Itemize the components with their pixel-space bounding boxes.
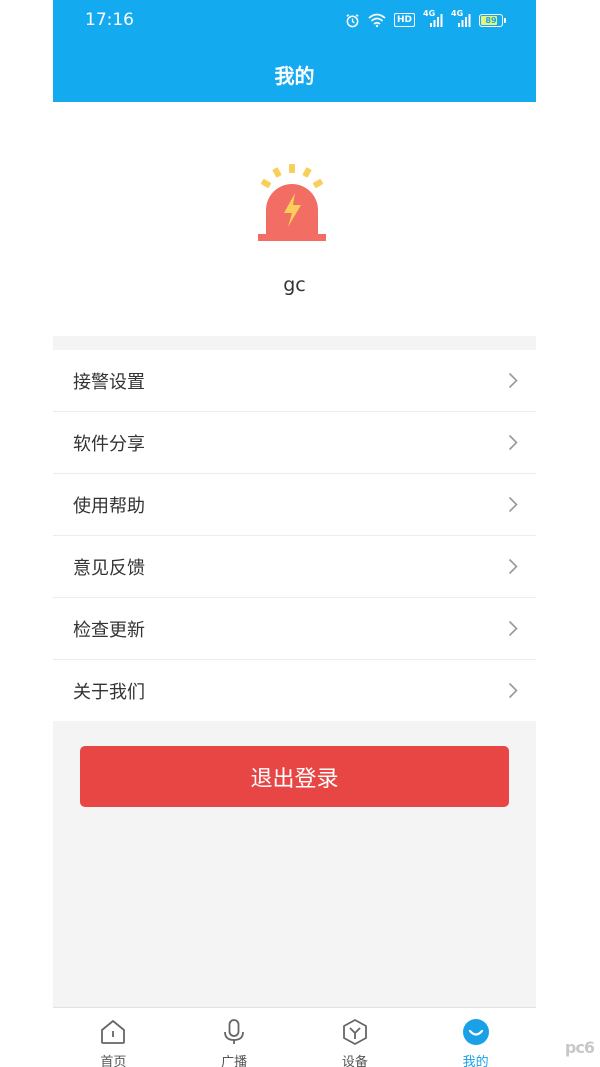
device-cube-icon (342, 1019, 367, 1045)
hd-badge: HD (393, 13, 415, 27)
alarm-clock-icon (346, 13, 359, 27)
wifi-icon (368, 13, 386, 27)
chevron-right-icon (508, 620, 518, 637)
menu-item-feedback[interactable]: 意见反馈 (53, 536, 536, 598)
battery-level: 89 (485, 15, 497, 25)
tab-label: 我的 (462, 1055, 489, 1067)
menu-item-share-app[interactable]: 软件分享 (53, 412, 536, 474)
header-bar: 17:16 HD 4G 4G 89 我的 (53, 0, 536, 102)
home-icon (101, 1020, 126, 1044)
tab-label: 首页 (100, 1055, 127, 1067)
tab-label: 广播 (221, 1055, 248, 1067)
alarm-siren-icon (258, 164, 326, 241)
bottom-tab-bar: 首页 广播 设备 我的 (53, 1007, 536, 1067)
signal-1: 4G (423, 9, 443, 28)
watermark: pc6 (564, 1038, 595, 1057)
battery-icon: 89 (479, 13, 506, 27)
menu-item-alarm-settings[interactable]: 接警设置 (53, 350, 536, 412)
chevron-right-icon (508, 558, 518, 575)
menu-item-label: 关于我们 (73, 681, 145, 703)
menu-item-label: 使用帮助 (73, 495, 145, 517)
tab-broadcast[interactable]: 广播 (174, 1008, 295, 1067)
microphone-icon (224, 1019, 245, 1044)
menu-item-check-update[interactable]: 检查更新 (53, 598, 536, 660)
signal-2: 4G (451, 9, 471, 28)
tab-label: 设备 (341, 1055, 368, 1067)
menu-item-label: 检查更新 (73, 619, 145, 641)
page-title: 我的 (274, 64, 315, 88)
signal-bars-icon (430, 14, 443, 27)
tab-mine[interactable]: 我的 (415, 1008, 536, 1067)
signal-bars-icon (458, 14, 471, 27)
profile-smile-icon (462, 1019, 489, 1045)
menu-item-label: 软件分享 (73, 433, 145, 455)
chevron-right-icon (508, 372, 518, 389)
status-icons: HD 4G 4G 89 (345, 9, 506, 29)
status-time: 17:16 (85, 10, 134, 30)
profile-section: gc (53, 102, 536, 336)
tab-home[interactable]: 首页 (53, 1008, 174, 1067)
settings-menu: 接警设置 软件分享 使用帮助 意见反馈 检查更新 关于我们 (53, 350, 536, 721)
menu-item-help[interactable]: 使用帮助 (53, 474, 536, 536)
phone-screen: 17:16 HD 4G 4G 89 我的 gc 接警设置 软件分享 使用帮助 意… (53, 0, 536, 1067)
chevron-right-icon (508, 434, 518, 451)
menu-item-label: 意见反馈 (73, 557, 145, 579)
chevron-right-icon (508, 682, 518, 699)
menu-item-about-us[interactable]: 关于我们 (53, 660, 536, 721)
tab-devices[interactable]: 设备 (295, 1008, 416, 1067)
menu-item-label: 接警设置 (73, 371, 145, 393)
chevron-right-icon (508, 496, 518, 513)
username: gc (283, 274, 306, 296)
logout-button[interactable]: 退出登录 (80, 746, 509, 807)
